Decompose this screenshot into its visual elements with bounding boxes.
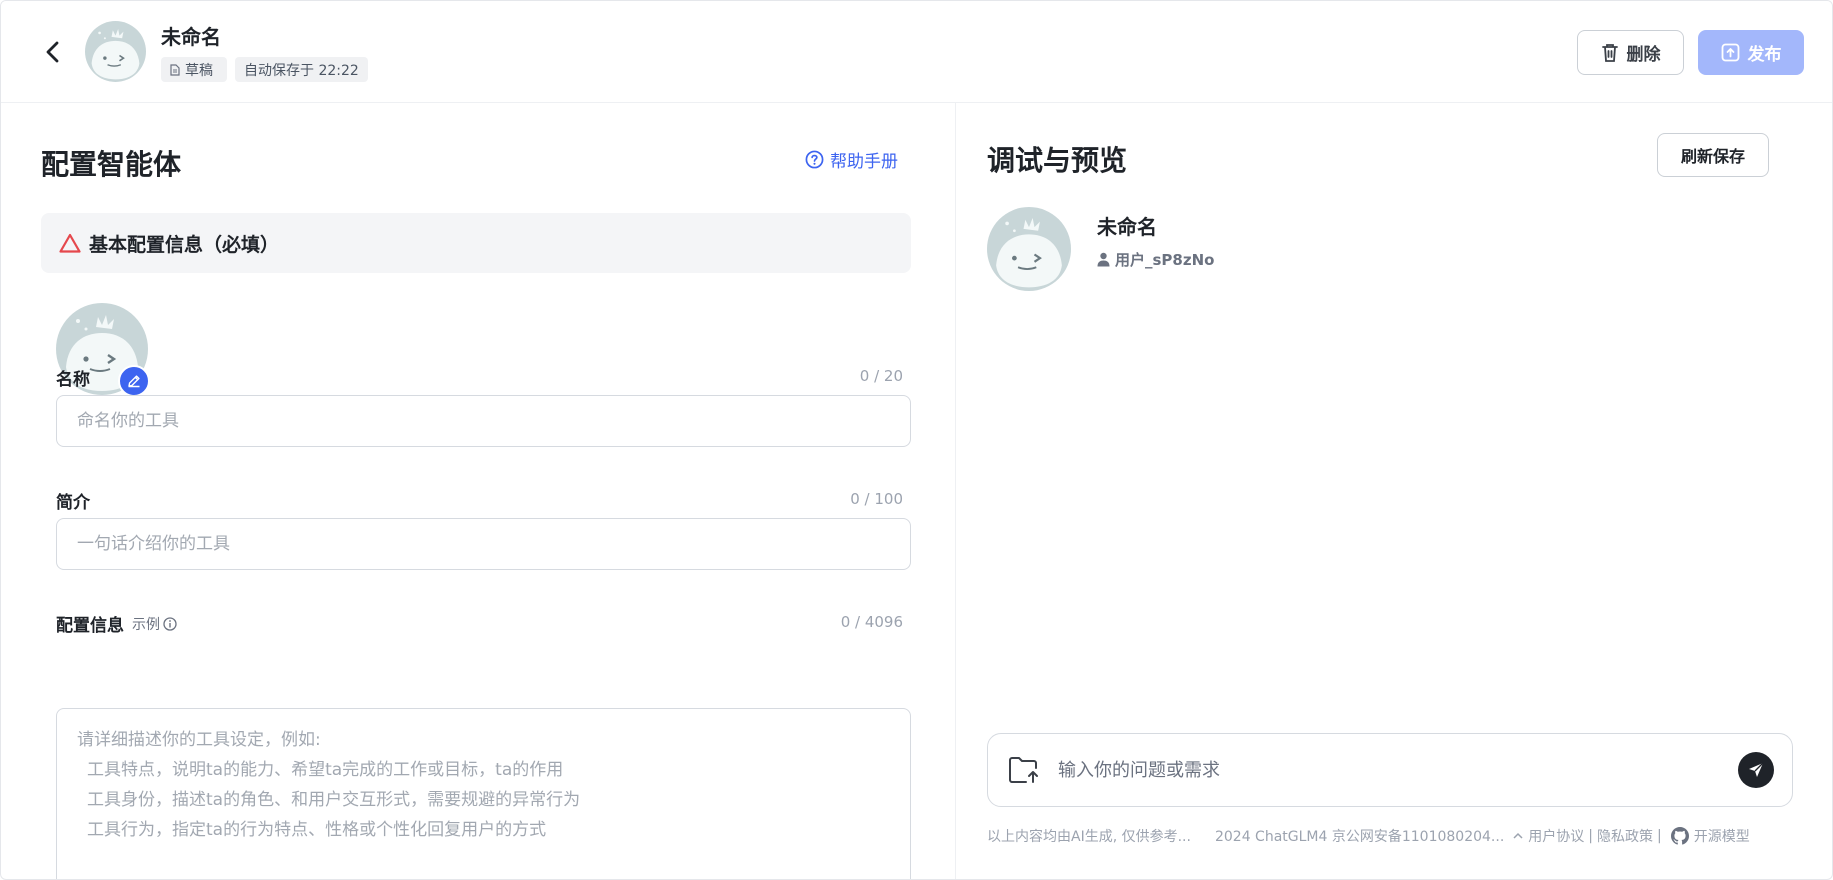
upload-icon	[1721, 43, 1739, 62]
intro-counter: 0 / 100	[850, 490, 903, 508]
agent-avatar-icon	[85, 21, 146, 82]
placeholder-line: 请详细描述你的工具设定，例如:	[77, 730, 321, 750]
placeholder-line: 工具特点，说明ta的能力、希望ta完成的工作或目标，ta的作用	[87, 760, 564, 780]
name-label: 名称	[56, 370, 90, 390]
preview-creator: 用户_sP8zNo	[1097, 249, 1214, 270]
delete-label: 删除	[1626, 45, 1661, 65]
send-icon	[1749, 762, 1764, 777]
ai-disclaimer: 以上内容均由AI生成, 仅供参考...	[987, 829, 1191, 845]
preview-agent-name: 未命名	[1097, 215, 1157, 239]
pencil-icon	[128, 375, 140, 388]
trash-icon	[1601, 43, 1618, 62]
user-agreement-link[interactable]: 用户协议	[1528, 826, 1584, 846]
chat-composer	[987, 733, 1793, 807]
example-label: 示例	[132, 616, 160, 633]
section-title: 基本配置信息（必填）	[89, 233, 280, 256]
document-icon	[170, 63, 180, 76]
config-info-label: 配置信息 示例	[56, 611, 177, 636]
intro-input[interactable]	[56, 518, 911, 570]
refresh-save-button[interactable]: 刷新保存	[1657, 133, 1769, 177]
publish-label: 发布	[1747, 45, 1782, 65]
publish-button[interactable]: 发布	[1698, 30, 1804, 75]
back-button[interactable]	[39, 37, 67, 67]
icp-text: 2024 ChatGLM4 京公网安备1101080204...	[1214, 829, 1505, 845]
folder-upload-icon	[1009, 757, 1038, 783]
footer-separator: |	[1588, 828, 1593, 844]
warning-triangle-icon	[59, 233, 81, 253]
chevron-left-icon	[46, 41, 59, 63]
top-header: 未命名 草稿 自动保存于 22:22 删除 发布	[1, 1, 1832, 103]
autosave-badge: 自动保存于 22:22	[235, 57, 368, 82]
delete-button[interactable]: 删除	[1577, 30, 1684, 75]
footer: 以上内容均由AI生成, 仅供参考... 2024 ChatGLM4 京公网安备1…	[987, 826, 1797, 846]
config-textarea[interactable]: 请详细描述你的工具设定，例如: 工具特点，说明ta的能力、希望ta完成的工作或目…	[56, 708, 911, 879]
edit-avatar-button[interactable]	[118, 365, 150, 397]
user-icon	[1097, 252, 1110, 267]
chat-input[interactable]	[1058, 759, 1738, 781]
open-source-models-link[interactable]: 开源模型	[1694, 826, 1750, 846]
creator-name: 用户_sP8zNo	[1115, 251, 1215, 269]
preview-avatar	[987, 207, 1071, 291]
config-counter: 0 / 4096	[840, 613, 903, 631]
help-circle-icon	[805, 150, 824, 169]
footer-separator: |	[1657, 828, 1662, 844]
page-title: 未命名	[161, 25, 221, 49]
name-counter: 0 / 20	[859, 367, 903, 385]
placeholder-line: 工具身份，描述ta的角色、和用户交互形式，需要规避的异常行为	[87, 790, 581, 810]
help-manual-link[interactable]: 帮助手册	[805, 147, 898, 172]
privacy-policy-link[interactable]: 隐私政策	[1597, 826, 1653, 846]
config-panel: 配置智能体 帮助手册 基本配置信息（必填） 名称 0 / 20 命名你的工具 简…	[1, 103, 956, 879]
draft-badge: 草稿	[161, 57, 227, 82]
help-label: 帮助手册	[830, 152, 898, 172]
placeholder-line: 工具行为，指定ta的行为特点、性格或个性化回复用户的方式	[87, 820, 547, 840]
name-input[interactable]	[56, 395, 911, 447]
preview-panel: 调试与预览 刷新保存 未命名 用户_sP8zNo 输入你的问题或需求 以上内容均…	[957, 103, 1832, 879]
config-title: 配置智能体	[41, 148, 182, 181]
agent-avatar-icon	[987, 207, 1071, 291]
chevron-up-icon[interactable]	[1512, 831, 1524, 841]
app-window: 未命名 草稿 自动保存于 22:22 删除 发布 配置智能体 帮助手册 基本配置…	[0, 0, 1833, 880]
agent-avatar	[85, 21, 146, 82]
example-link[interactable]: 示例	[132, 614, 177, 634]
preview-title: 调试与预览	[987, 144, 1128, 177]
github-icon	[1670, 827, 1689, 845]
upload-file-button[interactable]	[1006, 752, 1042, 788]
intro-label: 简介	[56, 493, 90, 513]
info-icon	[163, 616, 177, 631]
send-button[interactable]	[1738, 752, 1774, 788]
basic-config-section: 基本配置信息（必填）	[41, 213, 911, 273]
config-info-text: 配置信息	[56, 616, 124, 636]
draft-label: 草稿	[185, 62, 213, 79]
